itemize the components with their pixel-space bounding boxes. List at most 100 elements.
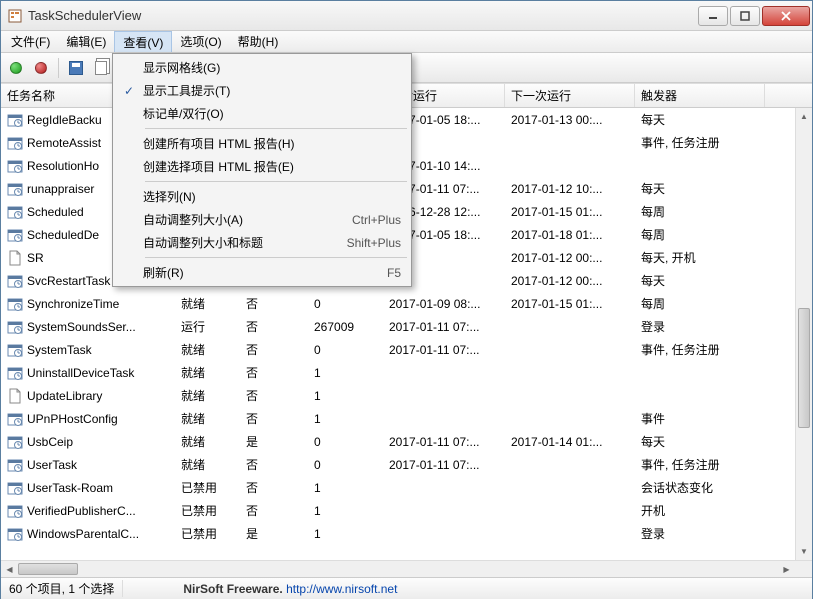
column-header[interactable]: 触发器 <box>635 84 765 107</box>
maximize-button[interactable] <box>730 6 760 26</box>
cell: 2017-01-11 07:... <box>383 458 505 472</box>
table-row[interactable]: UninstallDeviceTask就绪否1 <box>1 361 812 384</box>
cell: 开机 <box>635 502 765 519</box>
menu-item-label: 显示网格线(G) <box>143 59 401 76</box>
close-button[interactable] <box>762 6 810 26</box>
menu-0[interactable]: 文件(F) <box>3 31 58 52</box>
status-count: 60 个项目, 1 个选择 <box>1 580 123 597</box>
scrollbar-thumb[interactable] <box>798 308 810 428</box>
vertical-scrollbar[interactable]: ▲ ▼ <box>795 108 812 560</box>
table-row[interactable]: WindowsParentalC...已禁用是1登录 <box>1 522 812 545</box>
cell: 就绪 <box>175 341 240 358</box>
menu-item[interactable]: 显示网格线(G) <box>115 56 409 79</box>
task-icon <box>7 342 23 358</box>
cell: 1 <box>308 389 383 403</box>
cell: 登录 <box>635 318 765 335</box>
menu-1[interactable]: 编辑(E) <box>58 31 114 52</box>
menu-item[interactable]: 创建所有项目 HTML 报告(H) <box>115 132 409 155</box>
menu-item[interactable]: 选择列(N) <box>115 185 409 208</box>
menu-item[interactable]: 自动调整列大小和标题Shift+Plus <box>115 231 409 254</box>
save-button[interactable] <box>65 57 87 79</box>
cell: 已禁用 <box>175 525 240 542</box>
horizontal-scrollbar[interactable]: ◀ ▶ <box>1 560 812 577</box>
scroll-down-icon[interactable]: ▼ <box>796 543 812 560</box>
menu-item[interactable]: ✓显示工具提示(T) <box>115 79 409 102</box>
separator <box>58 58 59 78</box>
cell: 每天 <box>635 272 765 289</box>
task-icon <box>7 526 23 542</box>
save-icon <box>69 61 83 75</box>
scroll-left-icon[interactable]: ◀ <box>1 561 18 577</box>
cell: 0 <box>308 458 383 472</box>
scroll-up-icon[interactable]: ▲ <box>796 108 812 125</box>
cell: 0 <box>308 435 383 449</box>
task-icon <box>7 296 23 312</box>
cell: 每天, 开机 <box>635 249 765 266</box>
menu-2[interactable]: 查看(V) <box>114 31 172 52</box>
check-icon: ✓ <box>115 84 143 98</box>
cell: 否 <box>240 410 308 427</box>
task-icon <box>7 434 23 450</box>
task-icon <box>7 204 23 220</box>
cell: 2017-01-11 07:... <box>383 343 505 357</box>
stop-button[interactable] <box>30 57 52 79</box>
cell: UninstallDeviceTask <box>1 365 175 381</box>
table-row[interactable]: UPnPHostConfig就绪否1事件 <box>1 407 812 430</box>
cell: SynchronizeTime <box>1 296 175 312</box>
table-row[interactable]: SystemSoundsSer...运行否2670092017-01-11 07… <box>1 315 812 338</box>
cell: 1 <box>308 366 383 380</box>
menu-shortcut: F5 <box>387 266 401 280</box>
menu-item[interactable]: 刷新(R)F5 <box>115 261 409 284</box>
task-icon <box>7 480 23 496</box>
menubar: 文件(F)编辑(E)查看(V)选项(O)帮助(H) <box>1 31 812 53</box>
minimize-button[interactable] <box>698 6 728 26</box>
scrollbar-thumb[interactable] <box>18 563 78 575</box>
cell: 事件, 任务注册 <box>635 134 765 151</box>
menu-item-label: 创建选择项目 HTML 报告(E) <box>143 158 401 175</box>
cell: 事件, 任务注册 <box>635 456 765 473</box>
table-row[interactable]: VerifiedPublisherC...已禁用否1开机 <box>1 499 812 522</box>
cell: 2017-01-13 00:... <box>505 113 635 127</box>
cell: UPnPHostConfig <box>1 411 175 427</box>
copy-button[interactable] <box>90 57 112 79</box>
cell: 2017-01-15 01:... <box>505 205 635 219</box>
titlebar[interactable]: TaskSchedulerView <box>1 1 812 31</box>
cell: 就绪 <box>175 456 240 473</box>
cell: 每天 <box>635 180 765 197</box>
status-credit[interactable]: NirSoft Freeware. http://www.nirsoft.net <box>183 582 397 596</box>
document-icon <box>7 388 23 404</box>
cell: 就绪 <box>175 410 240 427</box>
table-row[interactable]: UserTask就绪否02017-01-11 07:...事件, 任务注册 <box>1 453 812 476</box>
cell: 每天 <box>635 433 765 450</box>
menu-item-label: 选择列(N) <box>143 188 401 205</box>
cell: 1 <box>308 412 383 426</box>
cell: 事件, 任务注册 <box>635 341 765 358</box>
menu-item[interactable]: 创建选择项目 HTML 报告(E) <box>115 155 409 178</box>
table-row[interactable]: SystemTask就绪否02017-01-11 07:...事件, 任务注册 <box>1 338 812 361</box>
task-icon <box>7 112 23 128</box>
table-row[interactable]: SynchronizeTime就绪否02017-01-09 08:...2017… <box>1 292 812 315</box>
table-row[interactable]: UserTask-Roam已禁用否1会话状态变化 <box>1 476 812 499</box>
menu-4[interactable]: 帮助(H) <box>230 31 287 52</box>
menu-item[interactable]: 自动调整列大小(A)Ctrl+Plus <box>115 208 409 231</box>
document-icon <box>7 250 23 266</box>
cell: 2017-01-11 07:... <box>383 435 505 449</box>
cell: 运行 <box>175 318 240 335</box>
table-row[interactable]: UpdateLibrary就绪否1 <box>1 384 812 407</box>
cell: 就绪 <box>175 295 240 312</box>
task-icon <box>7 135 23 151</box>
cell: 否 <box>240 502 308 519</box>
table-row[interactable]: UsbCeip就绪是02017-01-11 07:...2017-01-14 0… <box>1 430 812 453</box>
cell: WindowsParentalC... <box>1 526 175 542</box>
scroll-right-icon[interactable]: ▶ <box>778 561 795 577</box>
play-icon <box>10 62 22 74</box>
start-button[interactable] <box>5 57 27 79</box>
cell: SystemSoundsSer... <box>1 319 175 335</box>
menu-separator <box>145 181 407 182</box>
cell: 1 <box>308 527 383 541</box>
cell: 否 <box>240 295 308 312</box>
menu-item[interactable]: 标记单/双行(O) <box>115 102 409 125</box>
cell: 267009 <box>308 320 383 334</box>
menu-3[interactable]: 选项(O) <box>172 31 229 52</box>
column-header[interactable]: 下一次运行 <box>505 84 635 107</box>
